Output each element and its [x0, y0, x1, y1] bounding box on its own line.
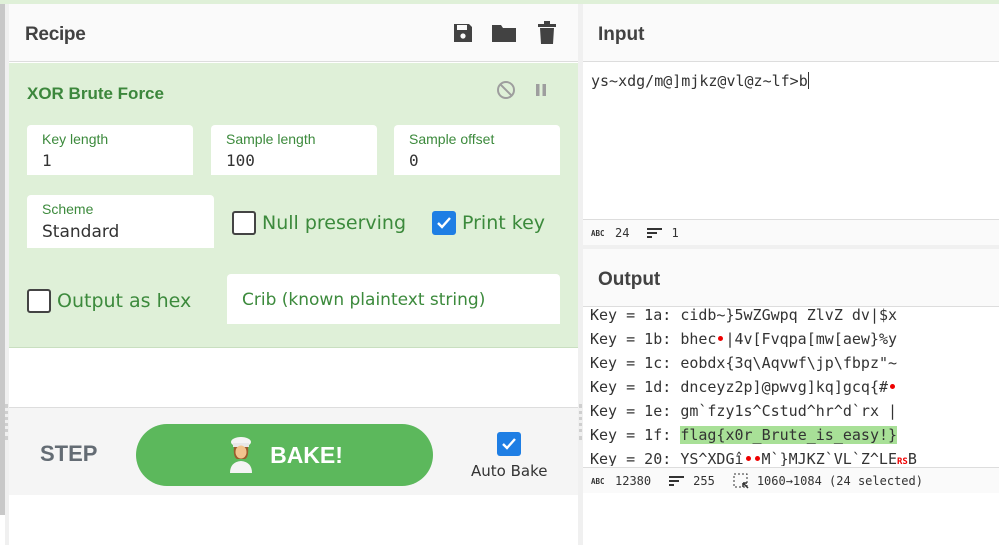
auto-bake-checkbox[interactable]: Auto Bake: [464, 430, 554, 490]
output-length: 12380: [615, 473, 652, 488]
output-as-hex-box[interactable]: [27, 289, 51, 313]
input-length: 24: [615, 225, 630, 240]
auto-bake-label: Auto Bake: [471, 462, 548, 480]
folder-icon: [492, 25, 516, 42]
auto-bake-box[interactable]: [497, 432, 521, 456]
operation-title: XOR Brute Force: [27, 84, 164, 103]
disable-operation-button[interactable]: [495, 79, 517, 101]
output-line: Key = 1c: eobdx{3q\Aqvwf\jp\fbpz"~: [590, 354, 898, 372]
lines-icon: [669, 475, 685, 487]
recipe-header: Recipe: [9, 4, 578, 62]
output-line: Key = 1b: bhec |4v[Fvqpa[mw[aew}%y: [590, 330, 898, 348]
sample-offset-field[interactable]: Sample offset 0: [394, 125, 560, 175]
output-selection: 1060→1084 (24 selected): [756, 473, 923, 488]
output-line: Key = 1a: cidb~}5wZGwpq ZlvZ dv|$x: [590, 308, 898, 324]
svg-text:ABC: ABC: [591, 229, 605, 237]
control-char-rs: RS: [897, 457, 908, 466]
crib-input[interactable]: Crib (known plaintext string): [227, 274, 560, 324]
print-key-label: Print key: [462, 212, 546, 234]
scheme-value[interactable]: Standard: [42, 222, 119, 242]
load-recipe-button[interactable]: [491, 20, 517, 46]
recipe-title: Recipe: [25, 24, 86, 45]
input-textarea[interactable]: ys~xdg/m@]mjkz@vl@z~lf>b: [591, 72, 809, 90]
output-title: Output: [598, 269, 661, 290]
input-lines: 1: [671, 225, 679, 240]
selected-flag-text[interactable]: flag{x0r_Brute_is_easy!}: [680, 426, 898, 444]
print-key-box[interactable]: [432, 211, 456, 235]
output-textarea[interactable]: Key = 1a: cidb~}5wZGwpq ZlvZ dv|$x Key =…: [583, 308, 999, 466]
key-length-input[interactable]: 1: [42, 151, 52, 170]
output-as-hex-label: Output as hex: [57, 290, 192, 312]
input-header: Input: [583, 4, 999, 62]
output-as-hex-checkbox[interactable]: Output as hex: [27, 289, 191, 313]
input-title: Input: [598, 24, 645, 45]
bake-label: BAKE!: [270, 441, 343, 468]
control-char-marker: [754, 456, 760, 461]
output-line-flag: Key = 1f: flag{x0r_Brute_is_easy!}: [590, 426, 898, 444]
lines-icon: [647, 227, 663, 239]
text-caret: [807, 72, 809, 89]
sample-length-field[interactable]: Sample length 100: [211, 125, 377, 175]
control-char-marker: [890, 384, 896, 389]
save-icon: [454, 24, 472, 42]
output-status-bar: ABC 12380 255 1060→1084 (24 selected): [583, 467, 999, 493]
sample-offset-label: Sample offset: [409, 131, 495, 147]
pause-icon: [536, 84, 546, 96]
checkmark-icon: [437, 217, 451, 229]
scheme-select[interactable]: Scheme Standard: [27, 195, 214, 248]
output-header: Output: [583, 249, 999, 307]
input-status-bar: ABC 24 1: [583, 219, 999, 245]
breakpoint-button[interactable]: [530, 79, 552, 101]
trash-icon: [538, 21, 556, 44]
chef-icon: [230, 437, 253, 473]
output-line: Key = 1d: dnceyz2p]@pwvg]kq]gcq{#: [590, 378, 897, 396]
length-icon: ABC: [591, 477, 607, 485]
scheme-label: Scheme: [42, 201, 94, 217]
output-line: Key = 20: YS^XDGî M`}MJKZ`VL`Z^LERSB: [590, 450, 917, 466]
null-preserving-label: Null preserving: [262, 212, 407, 234]
disable-icon: [497, 81, 515, 99]
left-resize-handle[interactable]: [5, 404, 8, 440]
operation-xor-brute-force[interactable]: XOR Brute Force Key length 1 Sample leng…: [9, 63, 578, 348]
sample-length-input[interactable]: 100: [226, 151, 255, 170]
step-button[interactable]: STEP: [40, 441, 97, 467]
sample-length-label: Sample length: [226, 131, 316, 147]
crib-placeholder: Crib (known plaintext string): [242, 290, 486, 310]
length-icon: ABC: [591, 229, 607, 237]
key-length-field[interactable]: Key length 1: [27, 125, 193, 175]
control-char-marker: [745, 456, 751, 461]
svg-text:ABC: ABC: [591, 477, 605, 485]
input-text: ys~xdg/m@]mjkz@vl@z~lf>b: [591, 72, 808, 90]
save-recipe-button[interactable]: [450, 20, 476, 46]
recipe-controls: STEP BAKE! Auto Bake: [9, 407, 578, 495]
cyberchef-app: Recipe XOR Brute Force Key length 1 Samp…: [0, 0, 999, 545]
output-panel: Output Key = 1a: cidb~}5wZGwpq ZlvZ dv|$…: [583, 249, 999, 545]
null-preserving-checkbox[interactable]: Null preserving: [232, 211, 406, 235]
output-lines: 255: [693, 473, 715, 488]
selection-icon: [733, 473, 749, 489]
null-preserving-box[interactable]: [232, 211, 256, 235]
clear-recipe-button[interactable]: [534, 20, 560, 46]
output-line: Key = 1e: gm`fzy1s^Cstud^hr^d`rx |: [590, 402, 898, 420]
bake-button[interactable]: BAKE!: [136, 424, 433, 486]
key-length-label: Key length: [42, 131, 109, 147]
control-char-marker: [718, 336, 724, 341]
checkmark-icon: [502, 438, 516, 450]
panel-resize-handle[interactable]: [579, 404, 582, 440]
sample-offset-input[interactable]: 0: [409, 151, 419, 170]
input-panel: Input ys~xdg/m@]mjkz@vl@z~lf>b ABC 24 1: [583, 4, 999, 245]
recipe-panel: Recipe XOR Brute Force Key length 1 Samp…: [9, 4, 578, 545]
print-key-checkbox[interactable]: Print key: [432, 211, 545, 235]
